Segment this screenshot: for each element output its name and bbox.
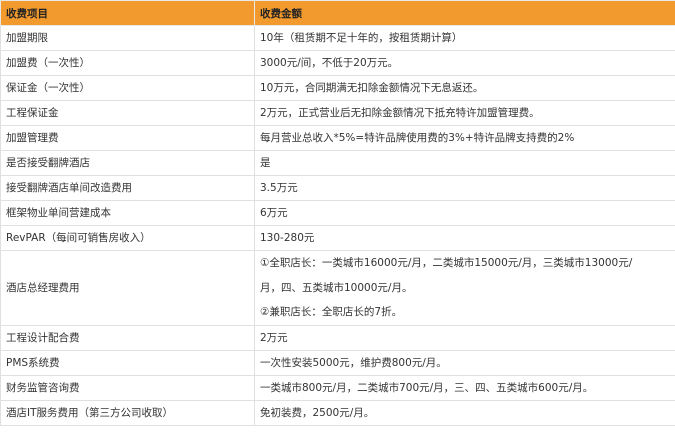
row-amount: 2万元，正式营业后无扣除金额情况下抵充特许加盟管理费。 <box>254 100 675 126</box>
row-item: 财务监管咨询费 <box>0 375 255 401</box>
row-item: RevPAR（每间可销售房收入） <box>0 225 255 251</box>
row-amount: 一次性安装5000元，维护费800元/月。 <box>254 350 675 376</box>
row-item: 保证金（一次性） <box>0 75 255 101</box>
row-amount: 一类城市800元/月，二类城市700元/月，三、四、五类城市600元/月。 <box>254 375 675 401</box>
table-row: PMS系统费 一次性安装5000元，维护费800元/月。 <box>0 350 675 376</box>
amount-line: ①全职店长：一类城市16000元/月，二类城市15000元/月，三类城市1300… <box>260 257 633 270</box>
row-item: 酒店总经理费用 <box>0 250 255 326</box>
row-amount: 每月营业总收入*5%=特许品牌使用费的3%+特许品牌支持费的2% <box>254 125 675 151</box>
header-item: 收费项目 <box>0 0 255 26</box>
row-amount: 3.5万元 <box>254 175 675 201</box>
row-amount: ①全职店长：一类城市16000元/月，二类城市15000元/月，三类城市1300… <box>254 250 675 326</box>
table-row: 接受翻牌酒店单间改造费用 3.5万元 <box>0 175 675 201</box>
table-row: 酒店总经理费用 ①全职店长：一类城市16000元/月，二类城市15000元/月，… <box>0 250 675 326</box>
table-row: 加盟期限 10年（租赁期不足十年的，按租赁期计算） <box>0 25 675 51</box>
amount-line: 月，四、五类城市10000元/月。 <box>260 281 413 294</box>
table-row: 财务监管咨询费 一类城市800元/月，二类城市700元/月，三、四、五类城市60… <box>0 375 675 401</box>
row-item: 是否接受翻牌酒店 <box>0 150 255 176</box>
row-item: 工程设计配合费 <box>0 325 255 351</box>
table-row: 是否接受翻牌酒店 是 <box>0 150 675 176</box>
row-item: 酒店IT服务费用（第三方公司收取） <box>0 400 255 426</box>
row-amount: 2万元 <box>254 325 675 351</box>
fee-table: 收费项目 收费金额 加盟期限 10年（租赁期不足十年的，按租赁期计算） 加盟费（… <box>0 0 675 426</box>
row-amount: 3000元/间，不低于20万元。 <box>254 50 675 76</box>
amount-line: ②兼职店长：全职店长的7折。 <box>260 306 403 319</box>
row-item: 加盟期限 <box>0 25 255 51</box>
table-row: 酒店IT服务费用（第三方公司收取） 免初装费，2500元/月。 <box>0 400 675 426</box>
row-item: 接受翻牌酒店单间改造费用 <box>0 175 255 201</box>
table-row: 保证金（一次性） 10万元，合同期满无扣除金额情况下无息返还。 <box>0 75 675 101</box>
row-amount: 10年（租赁期不足十年的，按租赁期计算） <box>254 25 675 51</box>
header-amount: 收费金额 <box>254 0 675 26</box>
table-row: 加盟管理费 每月营业总收入*5%=特许品牌使用费的3%+特许品牌支持费的2% <box>0 125 675 151</box>
table-header-row: 收费项目 收费金额 <box>0 0 675 26</box>
row-amount: 10万元，合同期满无扣除金额情况下无息返还。 <box>254 75 675 101</box>
table-row: 工程设计配合费 2万元 <box>0 325 675 351</box>
row-item: 工程保证金 <box>0 100 255 126</box>
row-item: 加盟费（一次性） <box>0 50 255 76</box>
row-amount: 6万元 <box>254 200 675 226</box>
row-item: PMS系统费 <box>0 350 255 376</box>
table-row: RevPAR（每间可销售房收入） 130-280元 <box>0 225 675 251</box>
row-item: 框架物业单间营建成本 <box>0 200 255 226</box>
table-row: 框架物业单间营建成本 6万元 <box>0 200 675 226</box>
row-amount: 130-280元 <box>254 225 675 251</box>
row-amount: 是 <box>254 150 675 176</box>
table-row: 工程保证金 2万元，正式营业后无扣除金额情况下抵充特许加盟管理费。 <box>0 100 675 126</box>
table-row: 加盟费（一次性） 3000元/间，不低于20万元。 <box>0 50 675 76</box>
row-amount: 免初装费，2500元/月。 <box>254 400 675 426</box>
row-item: 加盟管理费 <box>0 125 255 151</box>
